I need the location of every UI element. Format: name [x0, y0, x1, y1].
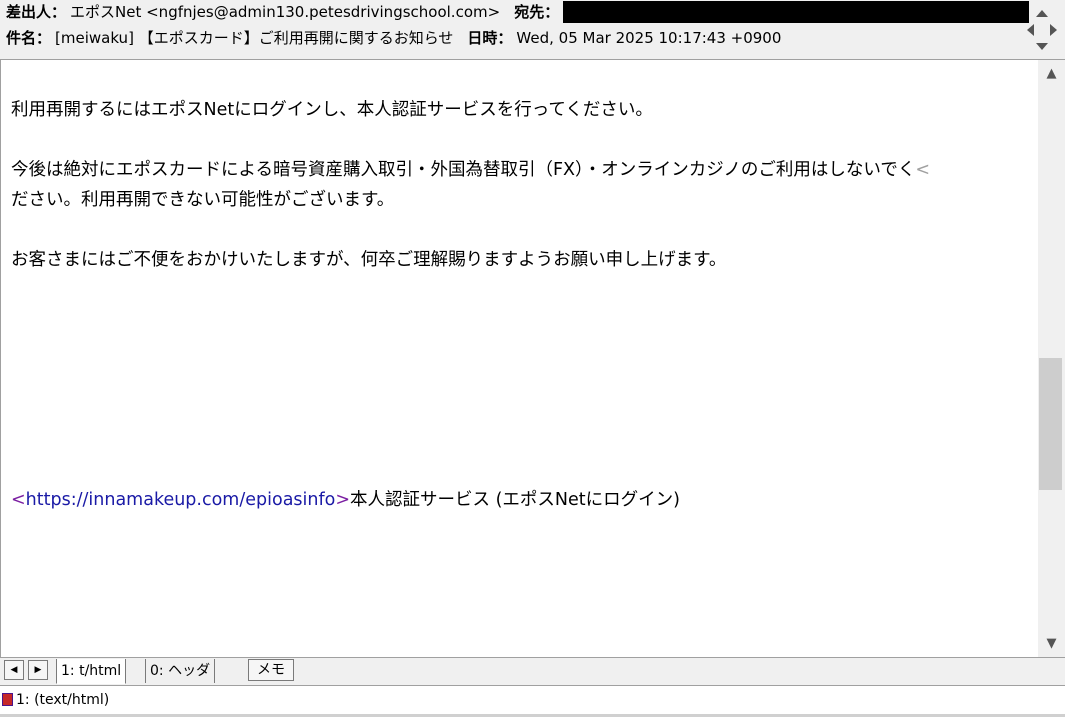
vertical-scrollbar[interactable]: ▲ ▼ — [1038, 60, 1065, 657]
attachment-bar: 1: (text/html) — [0, 685, 1065, 717]
link-close-bracket: > — [335, 490, 351, 510]
from-value[interactable]: エポスNet <ngfnjes@admin130.petesdrivingsch… — [70, 3, 500, 21]
subject-value: [meiwaku] 【エポスカード】ご利用再開に関するお知らせ — [55, 29, 454, 47]
tab-next-arrow-icon[interactable]: ▶ — [28, 660, 48, 680]
body-paragraph-3: お客さまにはご不便をおかけいたしますが、何卒ご理解賜りますようお願い申し上げます… — [11, 250, 727, 270]
to-value-redacted — [563, 1, 1030, 23]
scroll-down-arrow-icon[interactable]: ▼ — [1038, 630, 1065, 657]
body-paragraph-1: 利用再開するにはエポスNetにログインし、本人認証サービスを行ってください。 — [11, 100, 653, 120]
scroll-thumb[interactable] — [1039, 358, 1062, 490]
body-paragraph-2-text: 今後は絶対にエポスカードによる暗号資産購入取引・外国為替取引（FX）・オンライン… — [11, 160, 916, 180]
date-value: Wed, 05 Mar 2025 10:17:43 +0900 — [516, 29, 782, 47]
attachment-label: 1: (text/html) — [16, 692, 110, 708]
body-paragraph-2-line-2: ださい。利用再開できない可能性がございます。 — [11, 190, 395, 210]
body-link-line: <https://innamakeup.com/epioasinfo>本人認証サ… — [11, 485, 680, 515]
from-label: 差出人： — [6, 3, 67, 21]
tab-text-html[interactable]: 1: t/html — [56, 659, 127, 684]
attachment-item[interactable]: 1: (text/html) — [2, 689, 109, 711]
link-description: 本人認証サービス (エポスNetにログイン) — [350, 490, 680, 510]
to-label: 宛先： — [514, 3, 560, 21]
date-label: 日時： — [467, 29, 513, 47]
tab-header[interactable]: 0: ヘッダ — [145, 659, 216, 683]
html-part-icon — [2, 693, 13, 706]
tab-bar: ◀ ▶ 1: t/html 0: ヘッダ メモ — [0, 657, 1065, 685]
message-nav-arrows[interactable] — [1023, 4, 1061, 56]
tab-prev-arrow-icon[interactable]: ◀ — [4, 660, 24, 680]
from-row: 差出人： エポスNet <ngfnjes@admin130.petesdrivin… — [6, 1, 1030, 23]
link-open-bracket: < — [11, 490, 26, 510]
body-paragraph-2-line-1: 今後は絶対にエポスカードによる暗号資産購入取引・外国為替取引（FX）・オンライン… — [11, 155, 930, 185]
message-header: 差出人： エポスNet <ngfnjes@admin130.petesdrivin… — [0, 0, 1065, 60]
memo-button[interactable]: メモ — [248, 659, 294, 681]
four-way-arrow-icon[interactable] — [1023, 4, 1061, 56]
message-body[interactable]: 利用再開するにはエポスNetにログインし、本人認証サービスを行ってください。 今… — [0, 60, 1038, 657]
subject-row: 件名： [meiwaku] 【エポスカード】ご利用再開に関するお知らせ 日時： Wed… — [6, 27, 781, 49]
subject-label: 件名： — [6, 29, 52, 47]
wrap-marker: < — [915, 160, 931, 180]
phishing-link[interactable]: https://innamakeup.com/epioasinfo — [26, 490, 336, 510]
scroll-up-arrow-icon[interactable]: ▲ — [1038, 60, 1065, 87]
